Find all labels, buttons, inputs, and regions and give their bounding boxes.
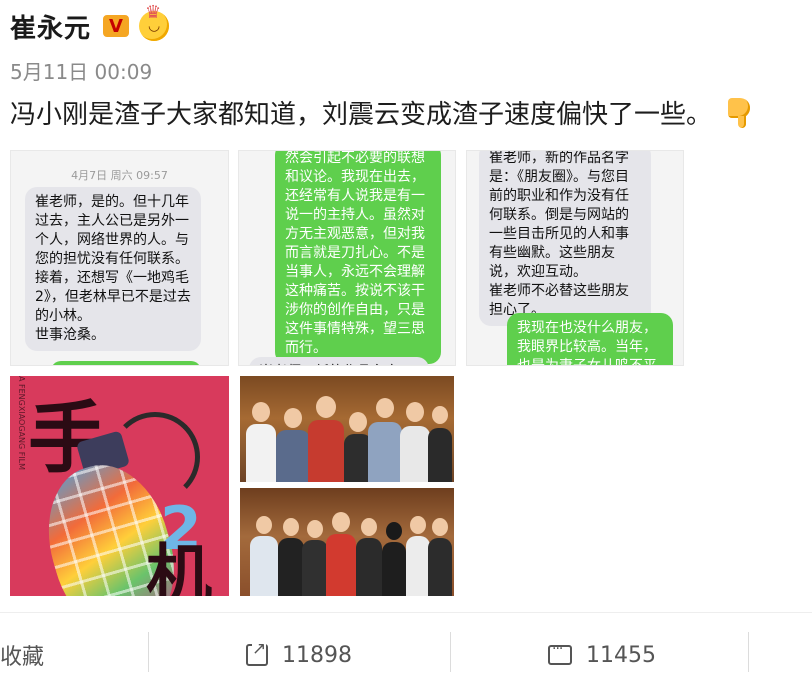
collect-label: 收藏 — [0, 645, 45, 670]
person-figure — [276, 408, 310, 482]
image-group-photo-1[interactable] — [240, 376, 454, 482]
poster-title-char: 机 — [146, 536, 212, 596]
image-chat-3[interactable]: 崔老师，新的作品名字是：《朋友圈》。与您目前的职业和作为没有任何联系。倒是与网站… — [466, 150, 684, 366]
person-figure — [368, 398, 402, 482]
post-timestamp[interactable]: 5月11日 00:09 — [10, 56, 152, 85]
action-separator — [450, 632, 451, 672]
comment-icon — [548, 641, 572, 665]
poster-side-text: A FENGXIAOGANG FILM — [17, 376, 26, 471]
person-figure — [428, 406, 452, 482]
action-separator — [748, 632, 749, 672]
post-text: 冯小刚是渣子大家都知道，刘震云变成渣子速度偏快了一些。 — [10, 100, 713, 130]
image-movie-poster[interactable]: 手 2 机 A FENGXIAOGANG FILM — [10, 376, 229, 596]
author-name[interactable]: 崔永元 — [10, 8, 91, 45]
person-figure — [326, 512, 356, 596]
comment-count: 11455 — [586, 642, 656, 668]
person-figure — [382, 522, 406, 596]
share-count: 11898 — [282, 642, 352, 668]
person-figure — [246, 402, 276, 482]
crown-smiley-icon — [139, 2, 170, 41]
verified-v-icon: V — [103, 15, 130, 37]
share-button[interactable]: 11898 — [246, 640, 352, 670]
chat-bubble-green-edge — [51, 361, 201, 365]
person-figure — [428, 518, 452, 596]
person-figure — [302, 520, 328, 596]
chat-time: 4月7日 周六 09:57 — [71, 169, 168, 182]
comment-button[interactable]: 11455 — [548, 640, 656, 670]
collect-button[interactable]: 收藏 — [0, 640, 44, 670]
share-icon — [246, 640, 268, 666]
person-figure — [356, 518, 382, 596]
chat-bubble-grey: 崔老师，新的作品名字是：《朋友圈》。与您目前的职业和作为没有任何联系。倒是与网站… — [479, 151, 651, 326]
person-figure — [308, 396, 344, 482]
action-divider — [0, 612, 812, 613]
person-figure — [250, 516, 278, 596]
thumbs-down-icon — [722, 96, 756, 130]
person-figure — [400, 402, 430, 482]
image-chat-1[interactable]: 4月7日 周六 09:57 崔老师，是的。但十几年过去，主人公已是另外一个人，网… — [10, 150, 229, 366]
action-bar: 收藏 11898 11455 — [0, 632, 812, 678]
chat-bubble-grey: 崔老师，是的。但十几年过去，主人公已是另外一个人，网络世界的人。与您的担忧没有任… — [25, 187, 201, 351]
chat-bubble-green: 我现在也没什么朋友，我眼界比较高。当年，也是为妻子女儿鸣不平 — [507, 313, 673, 365]
person-figure — [278, 518, 304, 596]
image-chat-2[interactable]: 然会引起不必要的联想和议论。我现在出去，还经常有人说我是有一说一的主持人。虽然对… — [238, 150, 456, 366]
chat-bubble-grey-partial: 崔老师，新的作品名字 — [249, 357, 429, 365]
image-group-photo-2[interactable] — [240, 488, 454, 596]
action-separator — [148, 632, 149, 672]
post-content: 冯小刚是渣子大家都知道，刘震云变成渣子速度偏快了一些。 — [10, 94, 756, 131]
person-figure — [406, 516, 430, 596]
chat-bubble-green: 然会引起不必要的联想和议论。我现在出去，还经常有人说我是有一说一的主持人。虽然对… — [275, 151, 441, 364]
post-header: 崔永元 V — [10, 2, 170, 46]
